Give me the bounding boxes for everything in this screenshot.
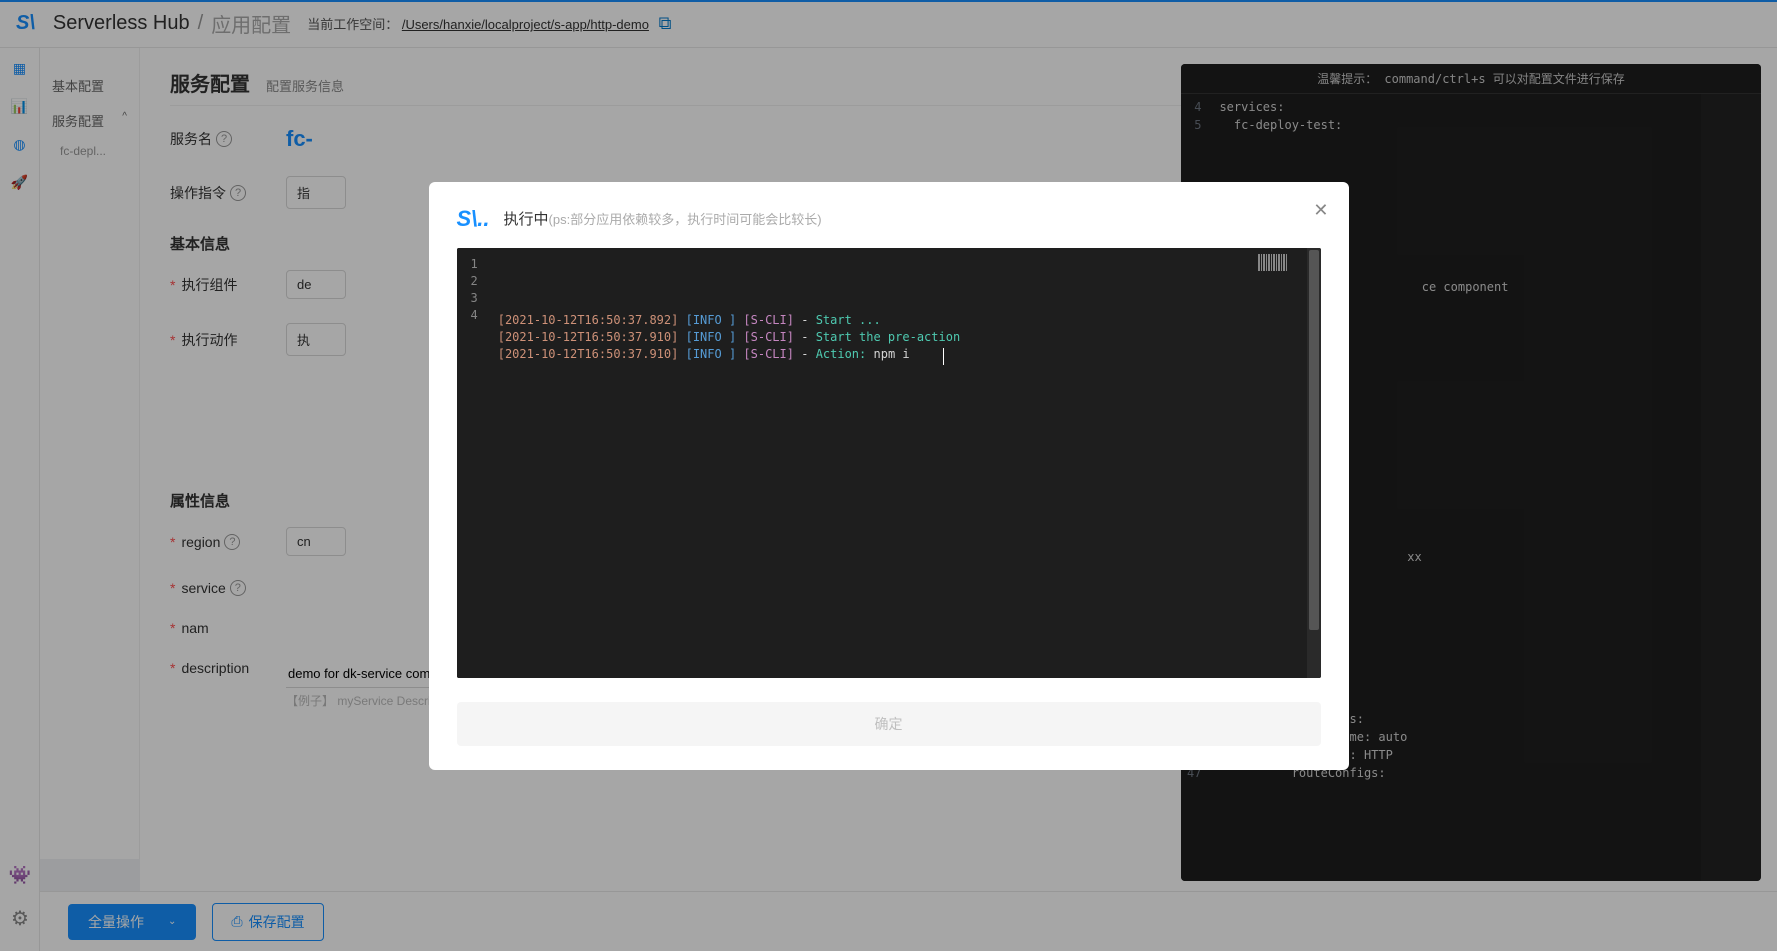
text-cursor	[943, 348, 944, 365]
modal-title: 执行中(ps:部分应用依赖较多，执行时间可能会比较长)	[504, 208, 822, 229]
terminal-output[interactable]: 1234 [2021-10-12T16:50:37.892] [INFO ] […	[457, 248, 1321, 678]
terminal-body[interactable]: [2021-10-12T16:50:37.892] [INFO ] [S-CLI…	[488, 248, 1307, 678]
scrollbar-thumb[interactable]	[1309, 250, 1319, 630]
modal-logo: S\..	[457, 206, 490, 232]
modal-overlay: ✕ S\.. 执行中(ps:部分应用依赖较多，执行时间可能会比较长) 1234 …	[0, 0, 1777, 951]
terminal-scrollbar[interactable]	[1307, 248, 1321, 678]
close-button[interactable]: ✕	[1313, 200, 1328, 221]
execution-modal: ✕ S\.. 执行中(ps:部分应用依赖较多，执行时间可能会比较长) 1234 …	[429, 182, 1349, 770]
barcode-decoration	[1258, 254, 1287, 271]
ok-button[interactable]: 确定	[457, 702, 1321, 746]
terminal-gutter: 1234	[457, 248, 488, 678]
